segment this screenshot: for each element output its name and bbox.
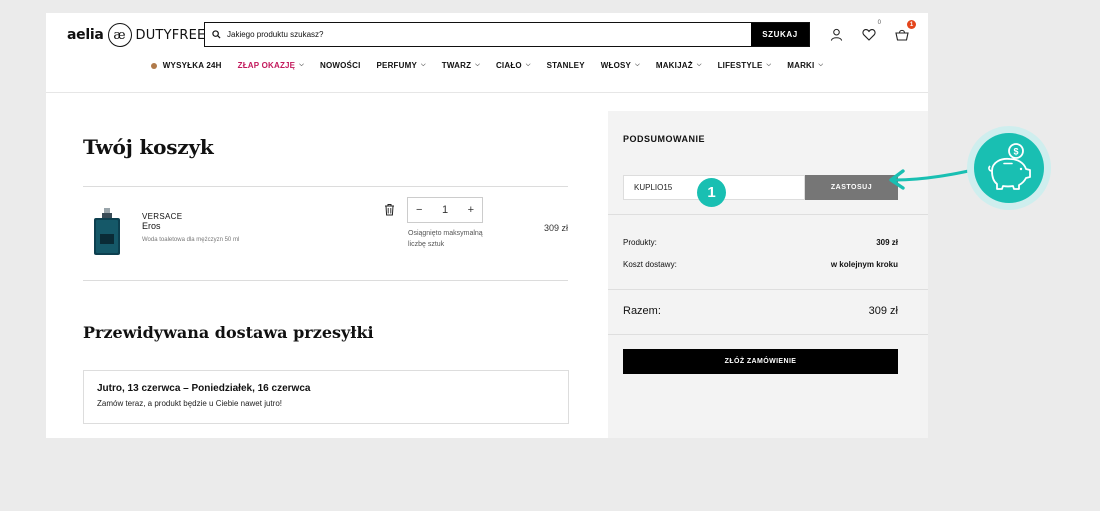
logo-mark: æ [107, 23, 132, 47]
nav-item-makeup[interactable]: MAKIJAŻ ⌵ [656, 61, 702, 70]
summary-divider [608, 214, 928, 215]
quantity-value[interactable]: 1 [442, 204, 448, 216]
search-input[interactable] [227, 23, 751, 46]
summary-title: PODSUMOWANIE [623, 134, 706, 144]
nav-label: WŁOSY [600, 61, 632, 70]
chevron-down-icon: ⌵ [299, 62, 304, 68]
products-value: 309 zł [876, 238, 898, 247]
chevron-down-icon: ⌵ [475, 62, 480, 68]
product-image[interactable] [92, 208, 122, 256]
summary-total-row: Razem: 309 zł [623, 305, 898, 317]
summary-divider [608, 334, 928, 335]
nav-item-perfumes[interactable]: PERFUMY ⌵ [377, 61, 426, 70]
chevron-down-icon: ⌵ [818, 62, 824, 68]
chevron-down-icon: ⌵ [635, 62, 640, 68]
trash-icon[interactable] [384, 203, 395, 221]
total-label: Razem: [623, 305, 661, 317]
stock-limit-note: Osiągnięto maksymalną liczbę sztuk [408, 230, 483, 248]
minus-icon[interactable]: − [416, 204, 422, 216]
nav-item-hair[interactable]: WŁOSY ⌵ [601, 61, 640, 70]
nav-label: MARKI [787, 61, 815, 70]
shipping-label: Koszt dostawy: [623, 260, 677, 269]
cart-divider-top [83, 186, 568, 187]
search-icon [205, 30, 227, 39]
page: aelia æ DUTYFREE SZUKAJ 0 1 WYSYŁKA 24H … [46, 13, 928, 438]
place-order-button[interactable]: ZŁÓŻ ZAMÓWIENIE [623, 349, 898, 374]
product-description: Woda toaletowa dla mężczyzn 50 ml [142, 237, 240, 243]
step-number-badge: 1 [697, 178, 726, 207]
nav-label: PERFUMY [376, 61, 418, 70]
nav-label: LIFESTYLE [717, 61, 763, 70]
search-bar: SZUKAJ [204, 22, 810, 47]
product-brand[interactable]: VERSACE [142, 212, 182, 221]
header-divider [46, 92, 928, 93]
shipping-value: w kolejnym kroku [830, 260, 898, 269]
nav-label: ZŁAP OKAZJĘ [237, 61, 296, 70]
products-label: Produkty: [623, 238, 657, 247]
coin-symbol: $ [1013, 147, 1018, 157]
chevron-down-icon: ⌵ [421, 62, 426, 68]
cart-title: Twój koszyk [83, 135, 214, 159]
product-name[interactable]: Eros [142, 221, 161, 231]
nav-item-body[interactable]: CIAŁO ⌵ [496, 61, 531, 70]
site-logo[interactable]: aelia æ DUTYFREE [67, 21, 205, 49]
chevron-down-icon: ⌵ [766, 62, 772, 68]
piggy-bank-icon: $ [966, 125, 1052, 211]
nav-item-deals[interactable]: ZŁAP OKAZJĘ ⌵ [238, 61, 304, 70]
coupon-form: ZASTOSUJ [623, 175, 898, 200]
order-summary: PODSUMOWANIE ZASTOSUJ Produkty: 309 zł K… [608, 111, 928, 438]
wishlist-icon[interactable]: 0 [861, 20, 881, 43]
nav-label: STANLEY [546, 61, 585, 70]
delivery-title: Przewidywana dostawa przesyłki [83, 323, 374, 342]
user-icon[interactable] [828, 25, 844, 43]
product-price: 309 zł [544, 223, 569, 233]
delivery-note: Zamów teraz, a produkt będzie u Ciebie n… [97, 399, 282, 408]
chevron-down-icon: ⌵ [525, 62, 531, 68]
search-button[interactable]: SZUKAJ [751, 23, 809, 46]
nav-item-lifestyle[interactable]: LIFESTYLE ⌵ [718, 61, 772, 70]
nav-label: TWARZ [441, 61, 472, 70]
wishlist-count: 0 [877, 20, 881, 26]
delivery-dates: Jutro, 13 czerwca – Poniedziałek, 16 cze… [97, 383, 311, 394]
header-icons: 0 1 [828, 20, 916, 43]
cart-count-badge: 1 [907, 20, 916, 29]
logo-text-aelia: aelia [67, 27, 104, 43]
nav-item-new[interactable]: NOWOŚCI [320, 61, 361, 70]
logo-text-dutyfree: DUTYFREE [135, 27, 206, 43]
nav-label: MAKIJAŻ [655, 61, 693, 70]
nav-label: NOWOŚCI [319, 61, 361, 70]
cart-divider-bottom [83, 280, 568, 281]
plus-icon[interactable]: + [468, 204, 474, 216]
cart-icon[interactable]: 1 [894, 20, 916, 43]
main-nav: WYSYŁKA 24H ZŁAP OKAZJĘ ⌵ NOWOŚCI PERFUMY… [46, 61, 928, 70]
nav-item-brands[interactable]: MARKI ⌵ [787, 61, 823, 70]
nav-item-stanley[interactable]: STANLEY [547, 61, 585, 70]
nav-item-shipping-24h[interactable]: WYSYŁKA 24H [150, 61, 222, 70]
total-value: 309 zł [868, 305, 898, 317]
nav-label: CIAŁO [495, 61, 522, 70]
summary-products-row: Produkty: 309 zł [623, 238, 898, 247]
chevron-down-icon: ⌵ [696, 62, 702, 68]
summary-shipping-row: Koszt dostawy: w kolejnym kroku [623, 260, 898, 269]
quantity-stepper: − 1 + [407, 197, 483, 223]
nav-item-face[interactable]: TWARZ ⌵ [442, 61, 480, 70]
nav-label: WYSYŁKA 24H [162, 61, 222, 70]
delivery-box: Jutro, 13 czerwca – Poniedziałek, 16 cze… [83, 370, 569, 424]
shipping-icon [150, 62, 157, 69]
summary-divider [608, 289, 928, 290]
